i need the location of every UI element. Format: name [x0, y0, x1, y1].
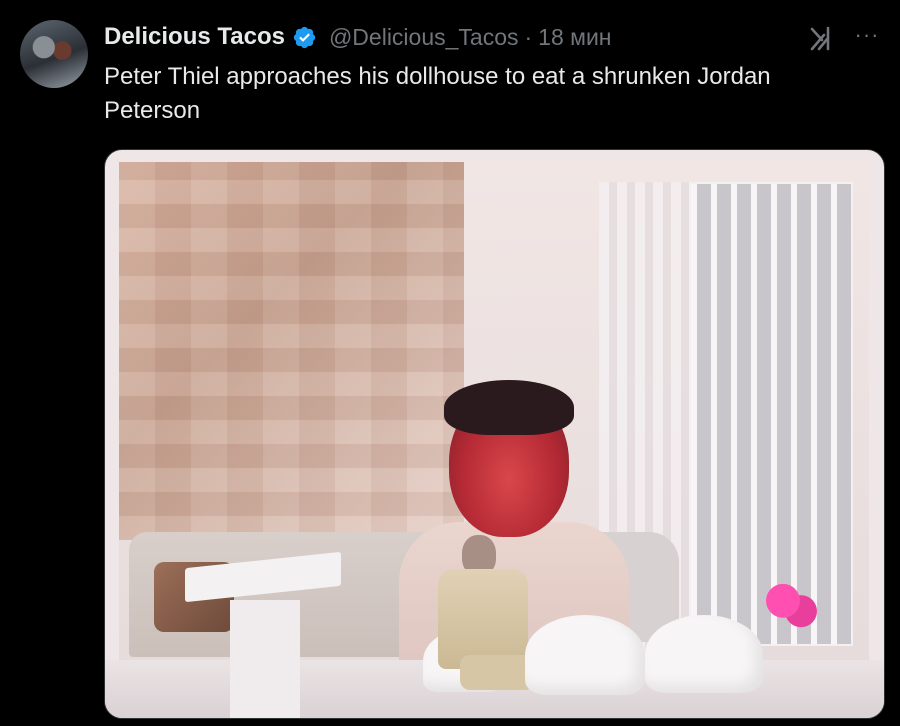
tweet-text: Peter Thiel approaches his dollhouse to …: [104, 63, 771, 124]
speaker-body: [438, 569, 528, 669]
verified-badge-icon: [293, 26, 316, 48]
author-handle[interactable]: @Delicious_Tacos: [329, 24, 519, 51]
separator-dot: ·: [524, 23, 533, 50]
background-wall: [119, 162, 464, 540]
author-avatar[interactable]: [20, 20, 88, 88]
stage-chair: [525, 615, 645, 695]
tweet-timestamp[interactable]: 18 мин: [538, 24, 611, 51]
author-name[interactable]: Delicious Tacos: [104, 23, 285, 51]
tweet-photo[interactable]: [104, 149, 885, 719]
more-icon[interactable]: ···: [852, 24, 882, 52]
window: [689, 182, 853, 646]
podium-top: [185, 551, 341, 603]
podium: [185, 551, 345, 718]
tweet-header: Delicious Tacos @Delicious_Tacos · 18 ми…: [104, 22, 612, 52]
podium-stand: [230, 600, 300, 718]
speaker-legs: [460, 655, 535, 690]
grok-icon[interactable]: [806, 22, 838, 54]
pink-flowers: [759, 580, 819, 632]
stage-chair: [645, 615, 763, 693]
projected-hair: [444, 380, 574, 435]
seated-speaker: [430, 535, 540, 695]
